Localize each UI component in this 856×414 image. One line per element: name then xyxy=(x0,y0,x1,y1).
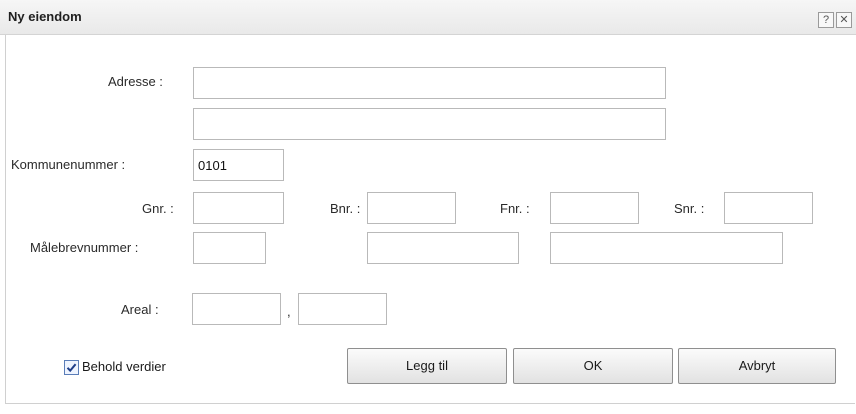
dialog-title: Ny eiendom xyxy=(8,9,82,24)
ok-button[interactable]: OK xyxy=(513,348,673,384)
cancel-button[interactable]: Avbryt xyxy=(678,348,836,384)
malebrev-input-2[interactable] xyxy=(367,232,519,264)
snr-input[interactable] xyxy=(724,192,813,224)
close-icon[interactable]: ✕ xyxy=(836,12,852,28)
gnr-input[interactable] xyxy=(193,192,284,224)
address-line2-input[interactable] xyxy=(193,108,666,140)
add-button[interactable]: Legg til xyxy=(347,348,507,384)
keep-values-label: Behold verdier xyxy=(82,359,166,374)
address-line1-input[interactable] xyxy=(193,67,666,99)
kommunenummer-input[interactable] xyxy=(193,149,284,181)
gnr-label: Gnr. : xyxy=(142,201,174,216)
areal-fraction-input[interactable] xyxy=(298,293,387,325)
kommunenummer-label: Kommunenummer : xyxy=(11,157,126,172)
help-icon[interactable]: ? xyxy=(818,12,834,28)
address-label: Adresse : xyxy=(108,74,163,89)
fnr-label: Fnr. : xyxy=(500,201,530,216)
fnr-input[interactable] xyxy=(550,192,639,224)
bnr-input[interactable] xyxy=(367,192,456,224)
areal-label: Areal : xyxy=(121,302,159,317)
areal-separator: , xyxy=(287,304,291,319)
bnr-label: Bnr. : xyxy=(330,201,361,216)
snr-label: Snr. : xyxy=(674,201,705,216)
checkmark-icon xyxy=(66,363,77,373)
dialog-titlebar: Ny eiendom ? ✕ xyxy=(0,0,856,35)
malebrev-input-3[interactable] xyxy=(550,232,783,264)
malebrev-input-1[interactable] xyxy=(193,232,266,264)
areal-whole-input[interactable] xyxy=(192,293,281,325)
keep-values-checkbox[interactable] xyxy=(64,360,79,375)
new-property-dialog: Ny eiendom ? ✕ Adresse : Kommunenummer :… xyxy=(0,0,856,414)
malebrev-label: Målebrevnummer : xyxy=(30,240,139,255)
